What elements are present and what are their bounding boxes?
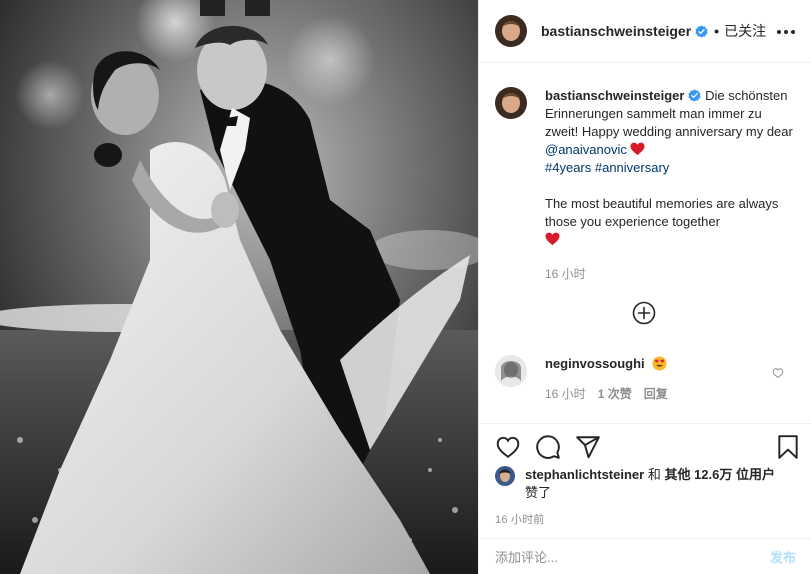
likes-suffix: 赞了 [525, 485, 552, 500]
author-username[interactable]: bastianschweinsteiger [541, 23, 691, 39]
red-heart-emoji-icon [630, 142, 645, 156]
post-header: bastianschweinsteiger • 已关注 [479, 0, 811, 63]
heart-eyes-emoji-icon [652, 356, 667, 371]
commenter-username[interactable]: neginvossoughi [545, 356, 645, 371]
verified-badge-icon [688, 89, 702, 102]
likes-count-link[interactable]: 其他 12.6万 位用户 [664, 467, 775, 482]
commenter-avatar[interactable] [495, 355, 527, 387]
separator-dot: • [714, 23, 720, 39]
post-comment-button[interactable]: 发布 [770, 547, 796, 566]
post-timestamp: 16 小时前 [495, 514, 545, 526]
post-photo[interactable] [0, 0, 478, 574]
liker-avatar[interactable] [495, 466, 515, 486]
author-avatar[interactable] [495, 15, 527, 47]
comment-icon[interactable] [535, 434, 561, 460]
caption-text: bastianschweinsteiger Die schönsten Erin… [545, 87, 795, 283]
comment-like-count[interactable]: 1 次赞 [598, 385, 632, 403]
comment-content: neginvossoughi 16 小时 1 次赞 回复 [545, 355, 668, 403]
likes-summary: stephanlichtsteiner 和 其他 12.6万 位用户 赞了 [495, 466, 805, 502]
reply-button[interactable]: 回复 [644, 385, 668, 403]
post-detail-panel: bastianschweinsteiger • 已关注 bastianschwe… [478, 0, 811, 574]
bookmark-icon[interactable] [775, 434, 801, 460]
likes-connector: 和 [644, 467, 665, 482]
hashtag-links[interactable]: #4years #anniversary [545, 160, 669, 175]
red-heart-emoji-icon [545, 232, 560, 246]
more-horizontal-icon[interactable] [774, 22, 798, 42]
caption-author-username[interactable]: bastianschweinsteiger [545, 88, 684, 103]
share-icon[interactable] [575, 434, 601, 460]
comment-timestamp: 16 小时 [545, 387, 586, 401]
action-bar [479, 424, 811, 466]
caption-timestamp: 16 小时 [545, 267, 586, 281]
add-comment-input[interactable]: 添加评论... [495, 547, 770, 566]
liker-username[interactable]: stephanlichtsteiner [525, 467, 644, 482]
wedding-photo-image [0, 0, 478, 574]
verified-badge-icon [695, 24, 708, 38]
heart-icon[interactable] [495, 434, 521, 460]
caption-author-avatar[interactable] [495, 87, 527, 119]
likes-text: stephanlichtsteiner 和 其他 12.6万 位用户 赞了 [525, 466, 775, 502]
following-button[interactable]: 已关注 [724, 21, 766, 41]
comment-meta: 16 小时 1 次赞 回复 [545, 385, 668, 403]
mention-link[interactable]: @anaivanovic [545, 142, 627, 157]
add-comment-bar: 添加评论... 发布 [479, 538, 811, 574]
comment-item: neginvossoughi 16 小时 1 次赞 回复 [495, 355, 795, 403]
caption-line-2: The most beautiful memories are always t… [545, 196, 779, 229]
comment-like-heart-icon[interactable] [772, 367, 784, 379]
comments-section: bastianschweinsteiger Die schönsten Erin… [479, 63, 811, 424]
caption: bastianschweinsteiger Die schönsten Erin… [495, 87, 795, 283]
plus-circle-icon[interactable] [632, 301, 656, 325]
